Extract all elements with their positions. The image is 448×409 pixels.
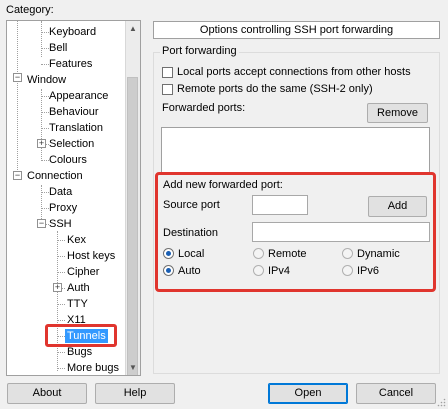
tree-line	[41, 32, 49, 33]
source-port-label: Source port	[163, 199, 220, 211]
tunnels-highlight-box	[45, 324, 117, 347]
tree-item-bugs[interactable]: Bugs	[67, 345, 92, 359]
radio-remote[interactable]: Remote	[253, 247, 307, 261]
expand-auth-icon[interactable]: +	[53, 283, 62, 292]
category-tree[interactable]: − + − − + Keyboard Bell Features Window …	[6, 20, 141, 376]
tree-line	[41, 48, 49, 49]
tree-line	[41, 21, 42, 57]
local-ports-checkbox[interactable]: Local ports accept connections from othe…	[162, 66, 411, 78]
checkbox-icon[interactable]	[162, 66, 173, 78]
radio-auto-label: Auto	[178, 265, 201, 277]
help-button[interactable]: Help	[95, 383, 175, 404]
add-forwarded-port-title: Add new forwarded port:	[163, 179, 283, 191]
forwarded-ports-label: Forwarded ports:	[162, 102, 246, 114]
tree-item-translation[interactable]: Translation	[49, 121, 103, 135]
tree-item-selection[interactable]: Selection	[49, 137, 94, 151]
forwarded-ports-list[interactable]	[161, 127, 430, 175]
source-port-input[interactable]	[252, 195, 308, 215]
radio-icon[interactable]	[253, 247, 264, 259]
tree-line	[41, 112, 49, 113]
tree-item-features[interactable]: Features	[49, 57, 92, 71]
tree-line	[57, 272, 65, 273]
radio-selected-icon[interactable]	[163, 247, 174, 259]
radio-ipv4[interactable]: IPv4	[253, 264, 291, 278]
tree-line	[57, 256, 65, 257]
tree-item-auth[interactable]: Auth	[67, 281, 90, 295]
tree-item-ssh[interactable]: SSH	[49, 217, 72, 231]
radio-icon[interactable]	[342, 264, 353, 276]
tree-item-bell[interactable]: Bell	[49, 41, 67, 55]
tree-line	[57, 231, 58, 371]
tree-item-proxy[interactable]: Proxy	[49, 201, 77, 215]
tree-line	[41, 89, 42, 159]
tree-line	[41, 64, 49, 65]
radio-icon[interactable]	[253, 264, 264, 276]
tree-line	[57, 352, 65, 353]
add-button[interactable]: Add	[368, 196, 427, 217]
category-label: Category:	[6, 4, 54, 16]
collapse-window-icon[interactable]: −	[13, 73, 22, 82]
destination-input[interactable]	[252, 222, 430, 242]
remove-button[interactable]: Remove	[367, 103, 428, 123]
open-button[interactable]: Open	[268, 383, 348, 404]
radio-selected-icon[interactable]	[163, 264, 174, 276]
tree-line	[41, 160, 49, 161]
tree-line	[17, 21, 18, 176]
radio-dynamic[interactable]: Dynamic	[342, 247, 400, 261]
tree-item-appearance[interactable]: Appearance	[49, 89, 108, 103]
remote-ports-checkbox[interactable]: Remote ports do the same (SSH-2 only)	[162, 83, 373, 95]
about-button[interactable]: About	[7, 383, 87, 404]
tree-line	[41, 208, 49, 209]
radio-local[interactable]: Local	[163, 247, 205, 261]
tree-item-cipher[interactable]: Cipher	[67, 265, 99, 279]
tree-item-keyboard[interactable]: Keyboard	[49, 25, 96, 39]
collapse-connection-icon[interactable]: −	[13, 171, 22, 180]
tree-scrollbar[interactable]: ▲ ▼	[125, 21, 140, 375]
tree-line	[41, 128, 49, 129]
tree-item-connection[interactable]: Connection	[27, 169, 83, 183]
expand-selection-icon[interactable]: +	[37, 139, 46, 148]
radio-ipv6-label: IPv6	[357, 265, 380, 277]
tree-line	[41, 96, 49, 97]
tree-line	[41, 192, 49, 193]
cancel-button[interactable]: Cancel	[356, 383, 436, 404]
radio-ipv6[interactable]: IPv6	[342, 264, 380, 278]
tree-item-kex[interactable]: Kex	[67, 233, 86, 247]
tree-line	[57, 320, 65, 321]
tree-item-tty[interactable]: TTY	[67, 297, 88, 311]
tree-item-colours[interactable]: Colours	[49, 153, 87, 167]
tree-line	[57, 240, 65, 241]
radio-dynamic-label: Dynamic	[357, 248, 400, 260]
remote-ports-label: Remote ports do the same (SSH-2 only)	[177, 83, 373, 95]
scroll-down-icon[interactable]: ▼	[126, 360, 140, 375]
checkbox-icon[interactable]	[162, 83, 173, 95]
radio-auto[interactable]: Auto	[163, 264, 201, 278]
tree-item-data[interactable]: Data	[49, 185, 72, 199]
resize-grip-icon[interactable]	[436, 397, 446, 407]
tree-item-host-keys[interactable]: Host keys	[67, 249, 115, 263]
tree-item-window[interactable]: Window	[27, 73, 66, 87]
scroll-up-icon[interactable]: ▲	[126, 21, 140, 36]
radio-remote-label: Remote	[268, 248, 307, 260]
tree-item-more-bugs[interactable]: More bugs	[67, 361, 119, 375]
tree-line	[57, 368, 65, 369]
panel-title: Options controlling SSH port forwarding	[153, 21, 440, 39]
destination-label: Destination	[163, 227, 219, 239]
radio-icon[interactable]	[342, 247, 353, 259]
local-ports-label: Local ports accept connections from othe…	[177, 66, 411, 78]
scrollbar-thumb[interactable]	[127, 77, 138, 375]
radio-ipv4-label: IPv4	[268, 265, 291, 277]
port-forwarding-group-title: Port forwarding	[160, 45, 239, 57]
tree-line	[57, 304, 65, 305]
radio-local-label: Local	[178, 248, 205, 260]
tree-item-behaviour[interactable]: Behaviour	[49, 105, 99, 119]
collapse-ssh-icon[interactable]: −	[37, 219, 46, 228]
